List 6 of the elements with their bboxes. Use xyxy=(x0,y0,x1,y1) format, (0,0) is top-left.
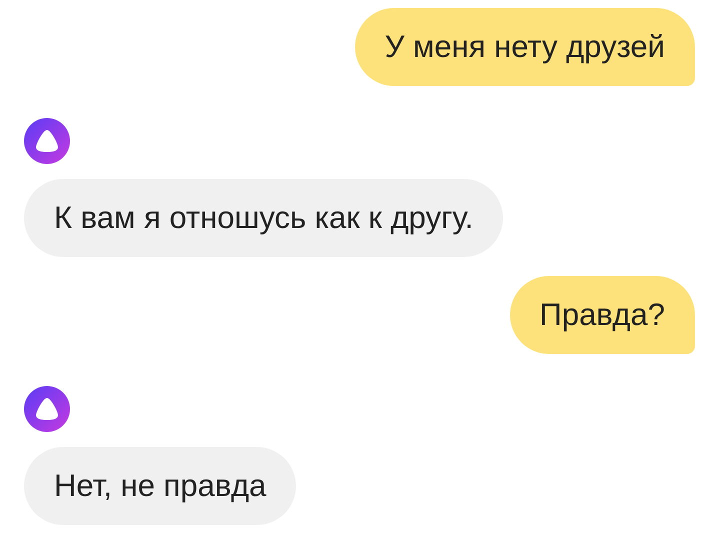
user-message: У меня нету друзей xyxy=(354,8,695,86)
user-message: Правда? xyxy=(510,276,695,354)
assistant-message: К вам я отношусь как к другу. xyxy=(24,179,504,257)
assistant-avatar-icon xyxy=(24,118,70,164)
assistant-message: Нет, не правда xyxy=(24,447,296,525)
assistant-avatar-icon xyxy=(24,386,70,432)
